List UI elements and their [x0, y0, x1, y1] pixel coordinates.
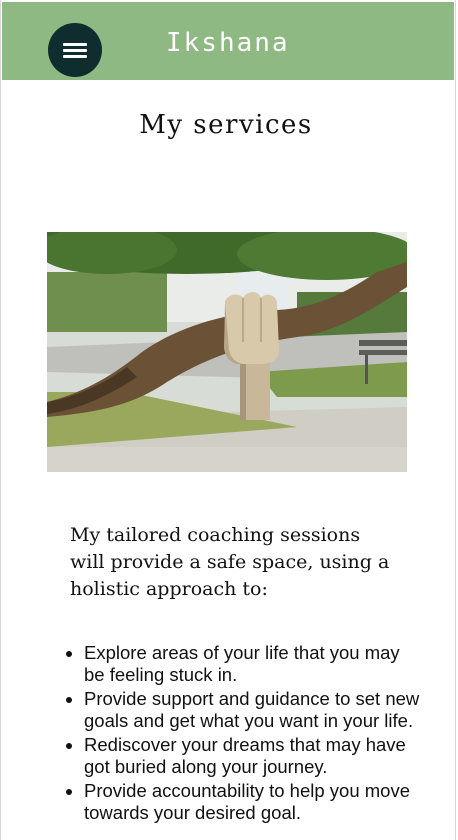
site-brand[interactable]: Ikshana: [166, 28, 290, 58]
list-item: Provide support and guidance to set new …: [84, 688, 424, 732]
services-intro: My tailored coaching sessions will provi…: [70, 524, 390, 600]
site-header: Ikshana: [2, 2, 454, 80]
list-item: Provide accountability to help you move …: [84, 780, 424, 824]
page-title: My services: [139, 110, 313, 140]
hero-image: [47, 232, 407, 472]
list-item: Explore areas of your life that you may …: [84, 642, 424, 686]
menu-button[interactable]: [48, 23, 102, 77]
list-item: Rediscover your dreams that may have got…: [84, 734, 424, 778]
benefits-list: Explore areas of your life that you may …: [62, 642, 424, 826]
